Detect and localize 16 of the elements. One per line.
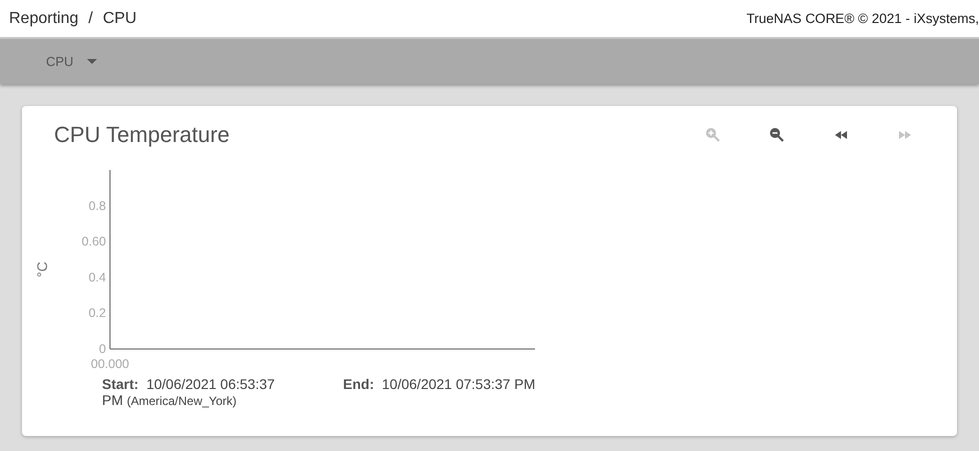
y-tick-label: 0.8 (88, 198, 106, 213)
y-axis-label: °C (34, 262, 50, 278)
breadcrumb-item: CPU (102, 10, 137, 28)
breadcrumb-item[interactable]: Reporting (9, 10, 78, 28)
card-title: CPU Temperature (54, 122, 230, 148)
y-tick-label: 0.4 (88, 270, 106, 284)
y-tick-label: 0 (99, 342, 106, 356)
x-tick-label: 00.000 (90, 357, 130, 371)
start-time: Start: 10/06/2021 06:53:37 PM (America/New_York) (102, 376, 276, 409)
zoom-out-icon[interactable] (769, 127, 785, 143)
caret-icon (87, 58, 98, 64)
y-tick-label: 0.2 (88, 306, 106, 320)
y-tick-label: 0.60 (82, 234, 106, 249)
breadcrumb-separator: / (88, 10, 93, 28)
copyright-text: TrueNAS CORE® © 2021 - iXsystems, (746, 11, 979, 26)
end-time: End: 10/06/2021 07:53:37 PM (343, 376, 536, 394)
